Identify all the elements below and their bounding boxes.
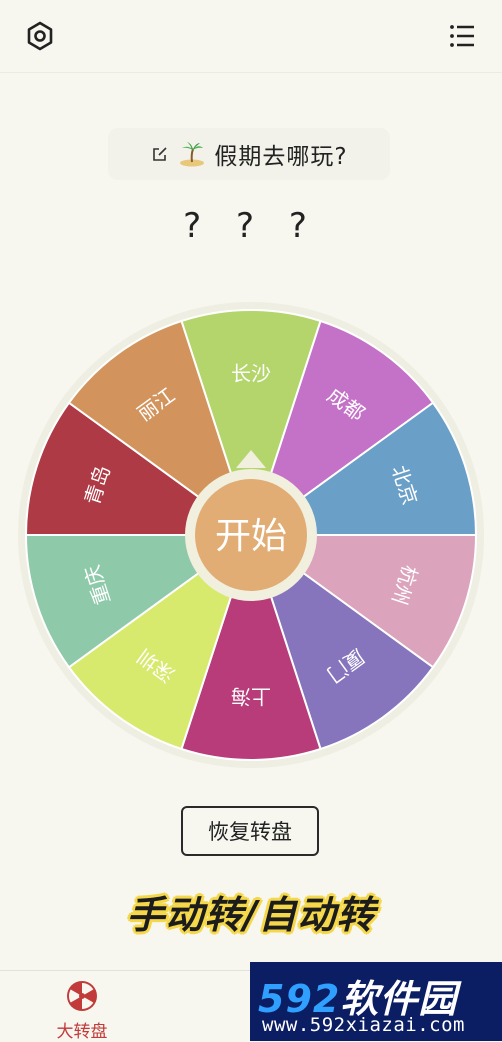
watermark-url: www.592xiazai.com <box>262 1014 465 1036</box>
wheel-icon <box>67 981 97 1011</box>
nav-label-wheel: 大转盘 <box>56 1022 108 1042</box>
site-watermark: 592软件园 www.592xiazai.com <box>250 962 502 1041</box>
reset-wheel-button[interactable]: 恢复转盘 <box>181 806 319 856</box>
promo-caption: 手动转/自动转 <box>126 893 376 937</box>
nav-item-wheel[interactable]: 大转盘 <box>22 971 142 1042</box>
wheel-segment-label: 长沙 <box>231 362 271 386</box>
wheel-area: 长沙 成都 北京 杭州 厦门 上海 深圳 重庆 青岛 丽江 开始 <box>0 0 502 800</box>
center-button-label: 开始 <box>215 516 287 557</box>
wheel-segment-label: 上海 <box>231 685 271 709</box>
spin-wheel[interactable]: 长沙成都北京杭州厦门上海深圳重庆青岛丽江 开始 <box>0 0 502 800</box>
